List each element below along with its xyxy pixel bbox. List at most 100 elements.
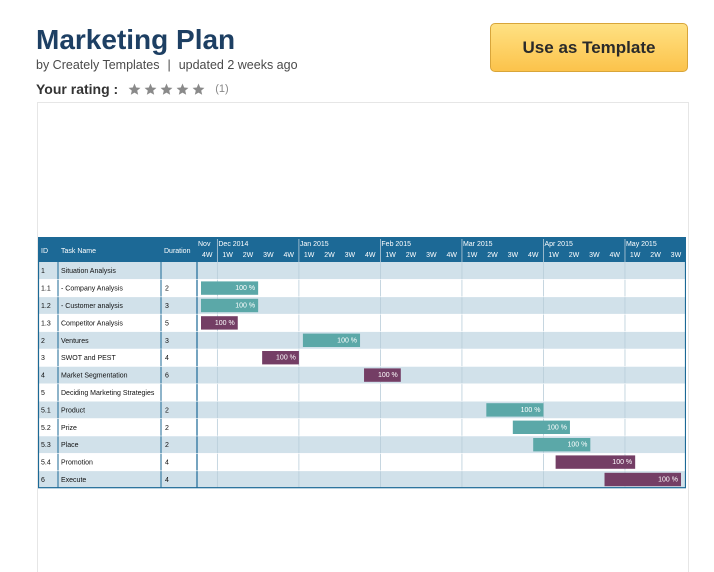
star-icon[interactable] xyxy=(176,83,189,96)
task-id: 5.1 xyxy=(41,407,51,414)
task-id: 2 xyxy=(41,338,45,345)
week-label: 2W xyxy=(243,252,254,259)
gantt-row-bg xyxy=(38,314,686,332)
week-label: 4W xyxy=(283,252,294,259)
task-id: 1.1 xyxy=(41,286,51,293)
author-link[interactable]: by Creately Templates xyxy=(36,58,159,72)
rating-count: (1) xyxy=(215,83,229,95)
task-id: 5.2 xyxy=(41,425,51,432)
task-progress-label: 100 % xyxy=(215,320,235,327)
rating-widget: Your rating : (1) xyxy=(36,81,229,97)
task-progress-label: 100 % xyxy=(612,459,632,466)
task-duration: 2 xyxy=(165,407,169,414)
week-label: 4W xyxy=(610,252,621,259)
task-id: 5.4 xyxy=(41,460,51,467)
week-label: 3W xyxy=(508,252,519,259)
updated-text: updated 2 weeks ago xyxy=(178,58,298,72)
task-name: Deciding Marketing Strategies xyxy=(61,390,155,397)
week-label: 4W xyxy=(202,252,213,259)
gantt-row-bg xyxy=(38,470,686,489)
week-label: 4W xyxy=(528,252,539,259)
gantt-row-bg xyxy=(38,331,686,349)
task-duration: 4 xyxy=(165,477,169,484)
gantt-row-bg xyxy=(38,262,686,280)
task-id: 3 xyxy=(41,355,45,362)
task-progress-label: 100 % xyxy=(658,477,678,484)
week-label: 1W xyxy=(548,252,559,259)
task-name: Prize xyxy=(61,425,77,432)
week-label: 4W xyxy=(447,252,458,259)
star-icon[interactable] xyxy=(160,83,173,96)
task-progress-label: 100 % xyxy=(337,337,357,344)
month-label: Mar 2015 xyxy=(463,241,493,248)
week-label: 1W xyxy=(222,252,233,259)
task-name: Competitor Analysis xyxy=(61,320,123,327)
page-title: Marketing Plan xyxy=(36,24,236,55)
week-label: 2W xyxy=(324,252,335,259)
task-id: 1 xyxy=(41,268,45,275)
star-icon[interactable] xyxy=(144,83,157,96)
task-id: 4 xyxy=(41,373,45,380)
star-icon[interactable] xyxy=(128,83,141,96)
week-label: 2W xyxy=(487,252,498,259)
task-duration: 3 xyxy=(165,338,169,345)
month-label: Nov xyxy=(198,241,211,248)
task-duration: 2 xyxy=(165,425,169,432)
task-progress-label: 100 % xyxy=(567,442,587,449)
byline: by Creately Templates | updated 2 weeks ag… xyxy=(36,58,298,72)
task-duration: 4 xyxy=(165,460,169,467)
gantt-row-bg xyxy=(38,349,686,367)
column-header-id: ID xyxy=(41,248,48,255)
task-name: - Customer analysis xyxy=(61,303,123,310)
week-label: 1W xyxy=(385,252,396,259)
week-label: 1W xyxy=(467,252,478,259)
byline-separator: | xyxy=(167,58,171,72)
month-label: May 2015 xyxy=(626,241,657,248)
task-progress-label: 100 % xyxy=(378,372,398,379)
week-label: 4W xyxy=(365,252,376,259)
gantt-row-bg xyxy=(38,296,686,315)
month-label: Feb 2015 xyxy=(381,241,411,248)
gantt-chart: ID Task Name Duration Nov Dec 2014 Jan 2015 Fe… xyxy=(38,237,686,489)
task-name: SWOT and PEST xyxy=(61,355,116,362)
task-progress-label: 100 % xyxy=(547,424,567,431)
gantt-row-bg xyxy=(38,366,686,384)
task-name: Promotion xyxy=(61,460,93,467)
task-duration: 5 xyxy=(165,320,169,327)
task-duration: 4 xyxy=(165,355,169,362)
gantt-row-bg xyxy=(38,279,686,297)
week-label: 2W xyxy=(650,252,661,259)
week-label: 3W xyxy=(263,252,274,259)
task-name: Ventures xyxy=(61,338,89,345)
task-duration: 6 xyxy=(165,373,169,380)
task-duration: 2 xyxy=(165,286,169,293)
gantt-row-bg xyxy=(38,418,686,436)
task-name: Product xyxy=(61,407,85,414)
task-progress-label: 100 % xyxy=(276,355,296,362)
week-label: 2W xyxy=(569,252,580,259)
task-name: Situation Analysis xyxy=(61,268,116,275)
week-label: 3W xyxy=(426,252,437,259)
week-label: 3W xyxy=(589,252,600,259)
task-progress-label: 100 % xyxy=(521,407,541,414)
task-id: 5.3 xyxy=(41,442,51,449)
task-name: - Company Analysis xyxy=(61,286,123,293)
month-label: Jan 2015 xyxy=(300,241,329,248)
task-id: 1.3 xyxy=(41,320,51,327)
task-id: 1.2 xyxy=(41,303,51,310)
task-duration: 2 xyxy=(165,442,169,449)
star-icon[interactable] xyxy=(192,83,205,96)
column-header-duration: Duration xyxy=(164,248,191,255)
week-label: 3W xyxy=(671,252,682,259)
column-header-task: Task Name xyxy=(61,248,96,255)
rating-stars xyxy=(128,83,205,96)
task-name: Market Segmentation xyxy=(61,373,128,380)
week-label: 1W xyxy=(630,252,641,259)
week-label: 3W xyxy=(345,252,356,259)
use-as-template-button[interactable]: Use as Template xyxy=(490,23,688,72)
task-id: 5 xyxy=(41,390,45,397)
task-duration: 3 xyxy=(165,303,169,310)
task-name: Place xyxy=(61,442,79,449)
rating-label: Your rating : xyxy=(36,81,119,97)
task-progress-label: 100 % xyxy=(235,285,255,292)
